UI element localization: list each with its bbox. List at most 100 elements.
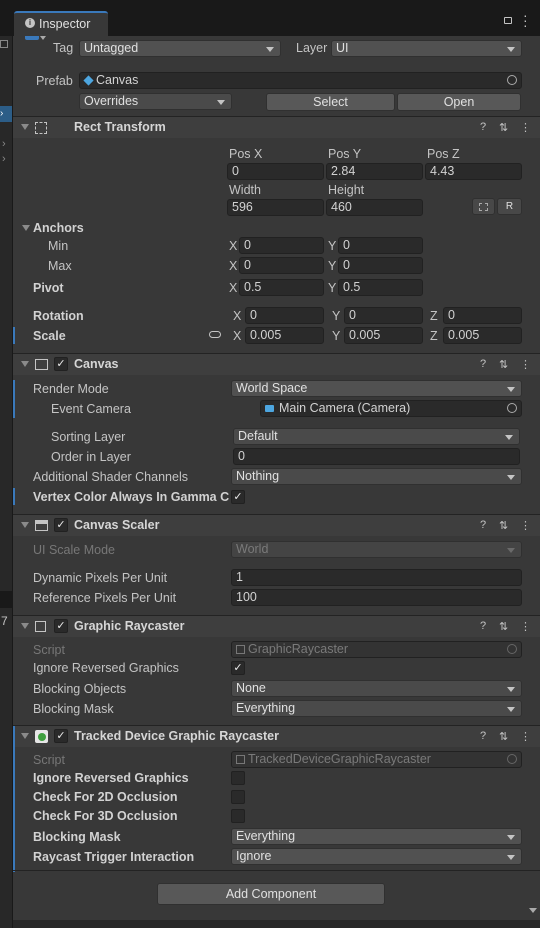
help-icon[interactable]: ? <box>480 121 486 133</box>
dock-arrow[interactable]: › <box>2 153 6 165</box>
script-icon <box>236 645 245 654</box>
rotation-z-field[interactable]: 0 <box>443 307 522 324</box>
help-icon[interactable]: ? <box>480 358 486 370</box>
reference-pixels-field[interactable]: 100 <box>231 589 522 606</box>
order-in-layer-label: Order in Layer <box>51 450 131 464</box>
anchor-min-x-field[interactable]: 0 <box>239 237 324 254</box>
tab-inspector[interactable]: i Inspector <box>14 11 108 36</box>
canvas-scaler-title: Canvas Scaler <box>74 518 160 532</box>
lock-icon[interactable] <box>504 17 512 24</box>
kebab-menu-icon[interactable]: ⋮ <box>520 620 531 633</box>
rect-transform-header[interactable]: Rect Transform ? ⇅ ⋮ <box>13 116 540 138</box>
scroll-down-arrow-icon[interactable] <box>529 908 537 913</box>
kebab-menu-icon[interactable]: · · · <box>523 8 528 32</box>
canvas-scaler-enabled-checkbox[interactable]: ✓ <box>54 518 68 532</box>
fold-arrow-icon[interactable] <box>21 522 29 528</box>
vertex-color-checkbox[interactable]: ✓ <box>231 490 245 504</box>
blocking-mask-dropdown[interactable]: Everything <box>231 700 522 717</box>
anchors-fold-icon[interactable] <box>22 225 30 231</box>
presets-icon[interactable]: ⇅ <box>499 358 508 371</box>
scale-label: Scale <box>33 329 66 343</box>
height-field[interactable]: 460 <box>326 199 423 216</box>
fold-arrow-icon[interactable] <box>21 733 29 739</box>
anchor-max-x-field[interactable]: 0 <box>239 257 324 274</box>
anchor-max-y-field[interactable]: 0 <box>338 257 423 274</box>
anchor-min-y-field[interactable]: 0 <box>338 237 423 254</box>
prefab-field[interactable]: Canvas <box>79 72 522 89</box>
pos-x-field[interactable]: 0 <box>227 163 324 180</box>
tracked-raycaster-header[interactable]: ✓ Tracked Device Graphic Raycaster ? ⇅ ⋮ <box>13 725 540 748</box>
vertex-color-label: Vertex Color Always In Gamma Co <box>33 490 229 504</box>
order-in-layer-field[interactable]: 0 <box>233 448 520 465</box>
blocking-objects-dropdown[interactable]: None <box>231 680 522 697</box>
presets-icon[interactable]: ⇅ <box>499 620 508 633</box>
canvas-header[interactable]: ✓ Canvas ? ⇅ ⋮ <box>13 353 540 375</box>
dynamic-pixels-label: Dynamic Pixels Per Unit <box>33 571 168 585</box>
dock-icon <box>0 40 8 48</box>
tracked-raycaster-enabled-checkbox[interactable]: ✓ <box>54 729 68 743</box>
layer-dropdown[interactable]: UI <box>331 40 522 57</box>
dock-arrow-selected[interactable]: › <box>0 106 12 122</box>
select-button[interactable]: Select <box>266 93 395 111</box>
check-2d-occlusion-checkbox[interactable] <box>231 790 245 804</box>
scale-x-field[interactable]: 0.005 <box>245 327 324 344</box>
tracked-blocking-mask-label: Blocking Mask <box>33 830 121 844</box>
sorting-layer-dropdown[interactable]: Default <box>233 428 520 445</box>
width-field[interactable]: 596 <box>227 199 324 216</box>
blueprint-mode-button[interactable] <box>472 198 495 215</box>
height-label: Height <box>328 183 365 197</box>
width-label: Width <box>229 183 261 197</box>
modified-indicator <box>13 748 15 872</box>
script-label: Script <box>33 643 65 657</box>
tracked-ignore-reversed-label: Ignore Reversed Graphics <box>33 771 189 785</box>
raw-edit-button[interactable]: R <box>497 198 522 215</box>
event-camera-field[interactable]: Main Camera (Camera) <box>260 400 522 417</box>
check-3d-occlusion-label: Check For 3D Occlusion <box>33 809 178 823</box>
rotation-x-field[interactable]: 0 <box>245 307 324 324</box>
raycast-trigger-dropdown[interactable]: Ignore <box>231 848 522 865</box>
scale-z-field[interactable]: 0.005 <box>443 327 522 344</box>
graphic-raycaster-enabled-checkbox[interactable]: ✓ <box>54 619 68 633</box>
ui-scale-mode-dropdown: World <box>231 541 522 558</box>
tracked-ignore-reversed-checkbox[interactable] <box>231 771 245 785</box>
tracked-script-value: TrackedDeviceGraphicRaycaster <box>248 752 431 766</box>
kebab-menu-icon[interactable]: ⋮ <box>520 730 531 743</box>
kebab-menu-icon[interactable]: ⋮ <box>520 121 531 134</box>
scale-y-field[interactable]: 0.005 <box>344 327 423 344</box>
chevron-down-icon[interactable] <box>40 36 46 40</box>
help-icon[interactable]: ? <box>480 519 486 531</box>
rotation-y-field[interactable]: 0 <box>344 307 423 324</box>
ignore-reversed-checkbox[interactable]: ✓ <box>231 661 245 675</box>
canvas-scaler-header[interactable]: ✓ Canvas Scaler ? ⇅ ⋮ <box>13 514 540 536</box>
pos-z-field[interactable]: 4.43 <box>425 163 522 180</box>
pivot-y-field[interactable]: 0.5 <box>338 279 423 296</box>
graphic-raycaster-header[interactable]: ✓ Graphic Raycaster ? ⇅ ⋮ <box>13 615 540 637</box>
check-3d-occlusion-checkbox[interactable] <box>231 809 245 823</box>
help-icon[interactable]: ? <box>480 730 486 742</box>
kebab-menu-icon[interactable]: ⋮ <box>520 358 531 371</box>
kebab-menu-icon[interactable]: ⋮ <box>520 519 531 532</box>
render-mode-dropdown[interactable]: World Space <box>231 380 522 397</box>
pos-y-field[interactable]: 2.84 <box>326 163 423 180</box>
dock-arrow[interactable]: › <box>2 138 6 150</box>
overrides-dropdown[interactable]: Overrides <box>79 93 232 110</box>
presets-icon[interactable]: ⇅ <box>499 730 508 743</box>
presets-icon[interactable]: ⇅ <box>499 519 508 532</box>
object-picker-icon[interactable] <box>507 75 517 85</box>
dynamic-pixels-field[interactable]: 1 <box>231 569 522 586</box>
tag-dropdown[interactable]: Untagged <box>79 40 281 57</box>
shader-channels-dropdown[interactable]: Nothing <box>231 468 522 485</box>
canvas-enabled-checkbox[interactable]: ✓ <box>54 357 68 371</box>
link-icon[interactable] <box>209 331 221 338</box>
object-picker-icon[interactable] <box>507 403 517 413</box>
add-component-button[interactable]: Add Component <box>157 883 385 905</box>
fold-arrow-icon[interactable] <box>21 623 29 629</box>
presets-icon[interactable]: ⇅ <box>499 121 508 134</box>
tracked-blocking-mask-dropdown[interactable]: Everything <box>231 828 522 845</box>
modified-indicator <box>13 380 15 418</box>
open-button[interactable]: Open <box>397 93 521 111</box>
help-icon[interactable]: ? <box>480 620 486 632</box>
pivot-x-field[interactable]: 0.5 <box>239 279 324 296</box>
fold-arrow-icon[interactable] <box>21 361 29 367</box>
fold-arrow-icon[interactable] <box>21 124 29 130</box>
